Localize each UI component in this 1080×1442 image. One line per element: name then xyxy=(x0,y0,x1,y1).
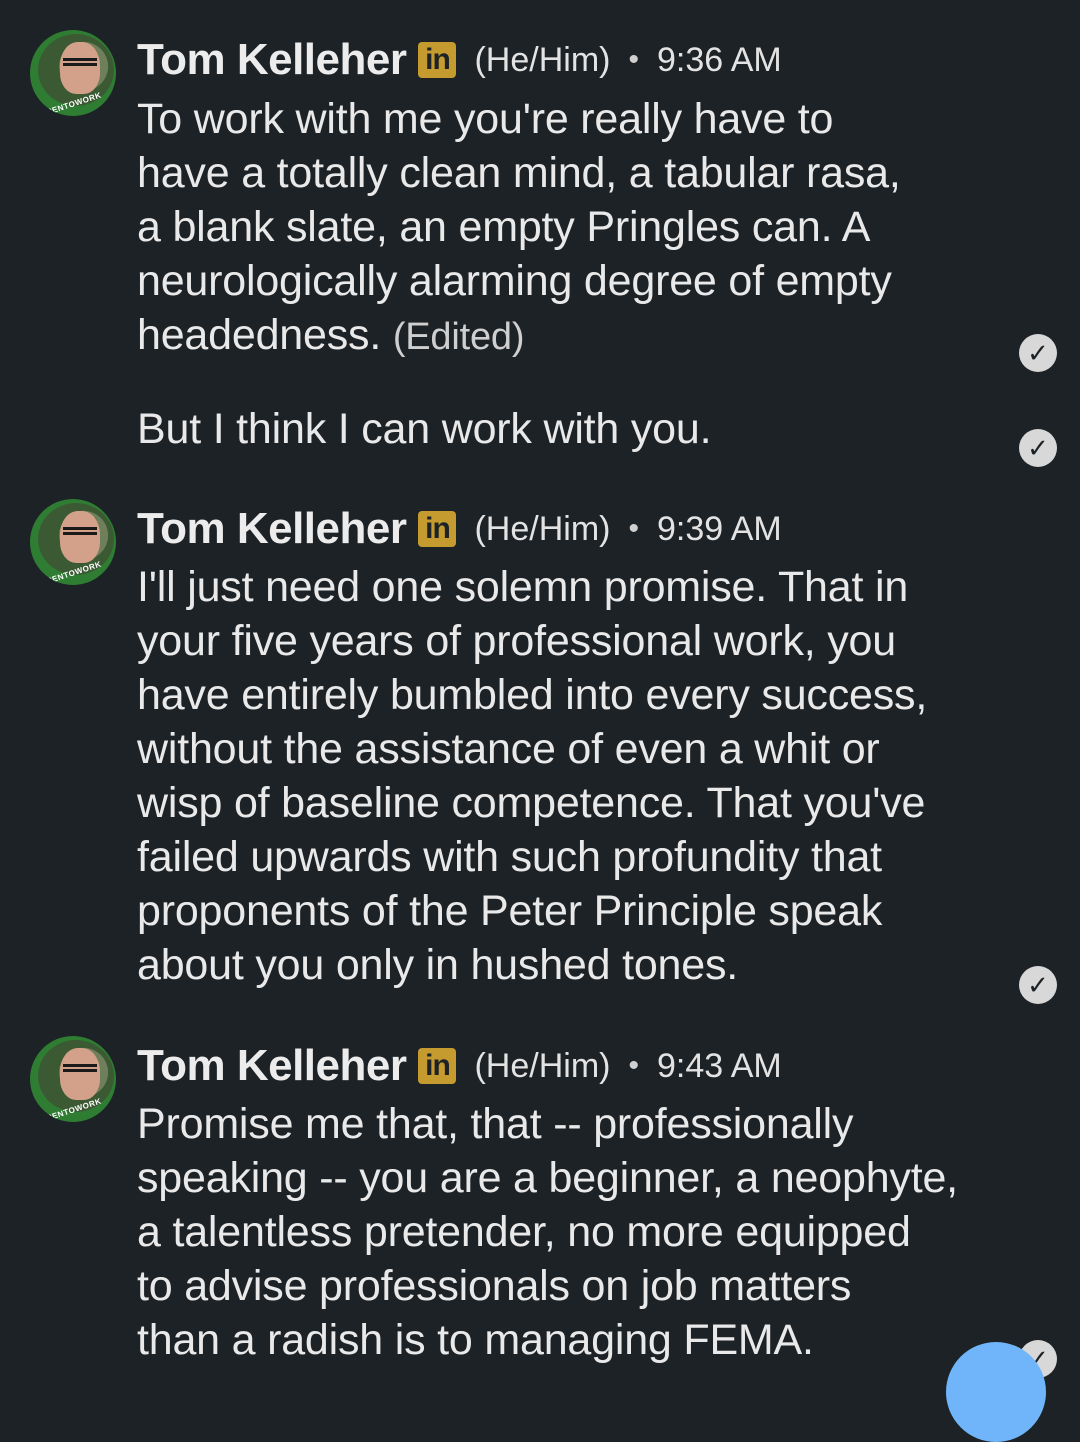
linkedin-badge-icon: in xyxy=(418,511,457,547)
message-paragraph: But I think I can work with you. xyxy=(137,405,712,453)
avatar-face xyxy=(60,1048,100,1100)
message-header: Tom Kelleher in (He/Him) • 9:43 AM xyxy=(137,1041,782,1091)
avatar[interactable]: #OPENTOWORK xyxy=(30,499,116,585)
author-name[interactable]: Tom Kelleher xyxy=(137,1041,407,1091)
compose-fab-icon[interactable] xyxy=(946,1342,1046,1442)
pronouns: (He/Him) xyxy=(474,509,611,548)
timestamp: 9:43 AM xyxy=(656,1046,782,1085)
message-header: Tom Kelleher in (He/Him) • 9:36 AM xyxy=(137,35,782,85)
edited-label: (Edited) xyxy=(392,316,525,358)
message-text: To work with me you're really have to ha… xyxy=(137,92,1017,364)
timestamp: 9:36 AM xyxy=(656,40,782,79)
avatar-glasses xyxy=(63,58,97,66)
check-circle-icon: ✓ xyxy=(1019,334,1057,372)
avatar-glasses xyxy=(63,527,97,535)
avatar-face xyxy=(60,42,100,94)
separator-dot: • xyxy=(628,1049,639,1082)
author-name[interactable]: Tom Kelleher xyxy=(137,35,407,85)
check-circle-icon: ✓ xyxy=(1019,966,1057,1004)
message-header: Tom Kelleher in (He/Him) • 9:39 AM xyxy=(137,504,782,554)
avatar-face xyxy=(60,511,100,563)
message-paragraph: I'll just need one solemn promise. That … xyxy=(137,563,928,989)
pronouns: (He/Him) xyxy=(474,1046,611,1085)
avatar[interactable]: #OPENTOWORK xyxy=(30,1036,116,1122)
separator-dot: • xyxy=(628,43,639,76)
linkedin-badge-icon: in xyxy=(418,1048,457,1084)
linkedin-badge-icon: in xyxy=(418,42,457,78)
message-text: But I think I can work with you. xyxy=(137,402,1017,456)
timestamp: 9:39 AM xyxy=(656,509,782,548)
author-name[interactable]: Tom Kelleher xyxy=(137,504,407,554)
avatar-glasses xyxy=(63,1064,97,1072)
message-paragraph: Promise me that, that -- professionally … xyxy=(137,1100,958,1364)
separator-dot: • xyxy=(628,512,639,545)
pronouns: (He/Him) xyxy=(474,40,611,79)
message-text: I'll just need one solemn promise. That … xyxy=(137,560,1017,992)
avatar[interactable]: #OPENTOWORK xyxy=(30,30,116,116)
message-text: Promise me that, that -- professionally … xyxy=(137,1097,1017,1367)
check-circle-icon: ✓ xyxy=(1019,429,1057,467)
